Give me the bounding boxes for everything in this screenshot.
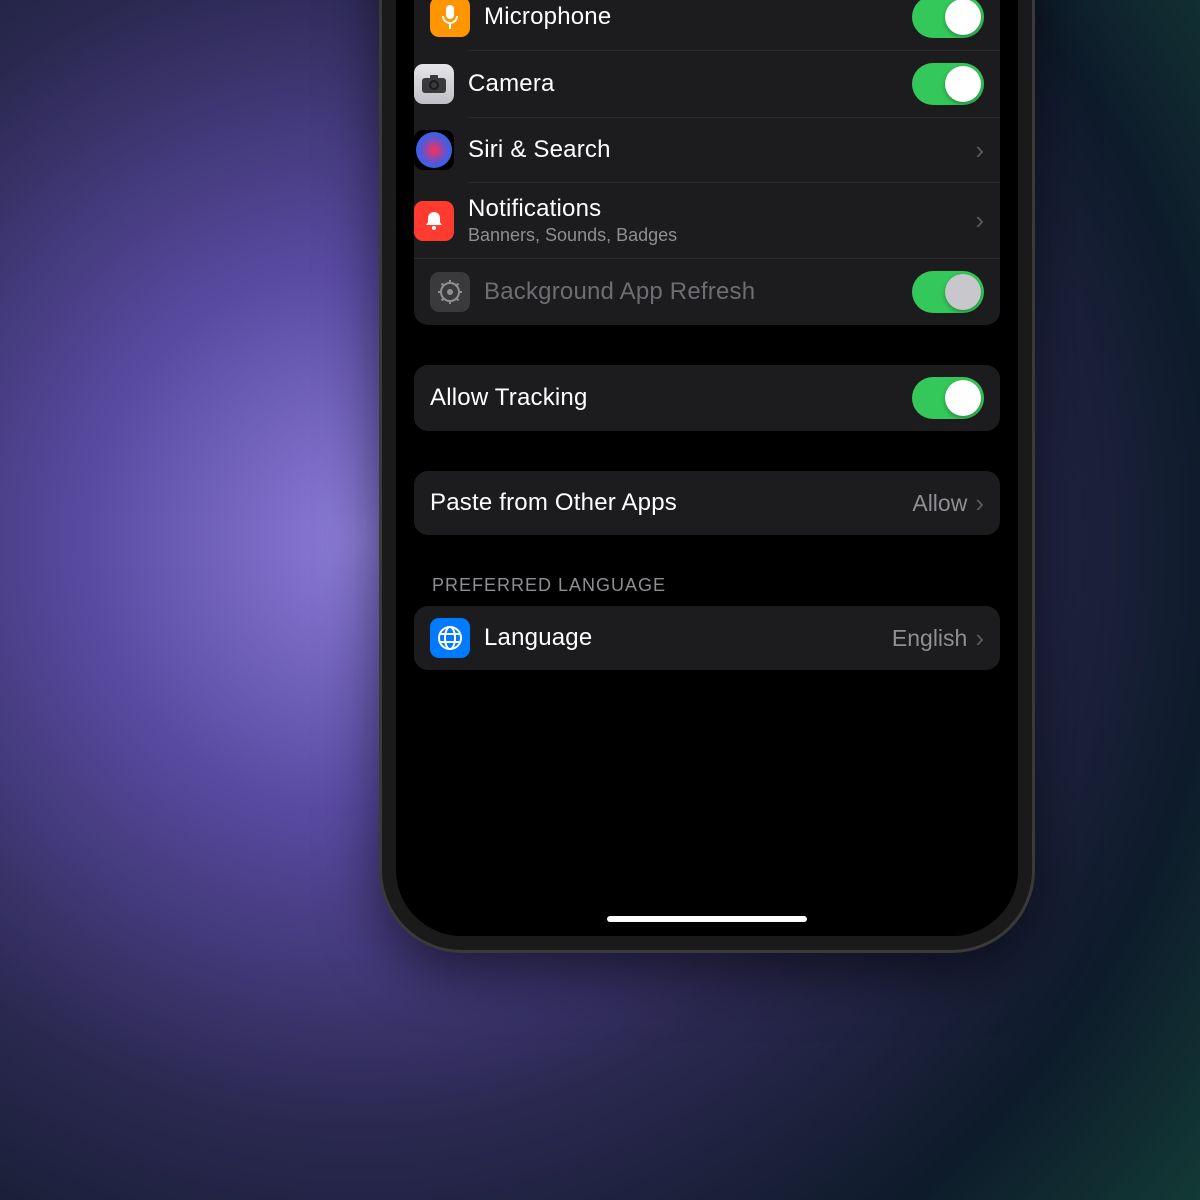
siri-row[interactable]: Siri & Search › [468,117,1000,182]
paste-value: Allow [912,490,967,517]
notifications-label: Notifications [468,195,975,223]
label-col: Paste from Other Apps [430,489,912,517]
microphone-toggle[interactable] [912,0,984,38]
paste-row[interactable]: Paste from Other Apps Allow › [414,471,1000,535]
bg-refresh-label: Background App Refresh [484,278,912,306]
camera-label: Camera [468,70,912,98]
camera-row[interactable]: Camera [468,50,1000,117]
label-col: Background App Refresh [484,278,912,306]
tracking-group: Allow Tracking [414,365,1000,431]
siri-icon [414,130,454,170]
label-col: Siri & Search [468,136,975,164]
tracking-toggle[interactable] [912,377,984,419]
notifications-sublabel: Banners, Sounds, Badges [468,225,975,246]
chevron-icon: › [975,205,984,236]
language-header: Preferred Language [432,575,982,596]
camera-toggle[interactable] [912,63,984,105]
phone-frame: Microphone Camera Siri & Search [382,0,1032,950]
chevron-icon: › [975,623,984,654]
permissions-group: Microphone Camera Siri & Search [414,0,1000,325]
label-col: Microphone [484,3,912,31]
chevron-icon: › [975,135,984,166]
globe-icon [430,618,470,658]
label-col: Camera [468,70,912,98]
gear-icon [430,272,470,312]
microphone-icon [430,0,470,37]
bg-refresh-toggle [912,271,984,313]
chevron-icon: › [975,488,984,519]
label-col: Allow Tracking [430,384,912,412]
camera-icon [414,64,454,104]
notifications-icon [414,201,454,241]
paste-label: Paste from Other Apps [430,489,912,517]
paste-group: Paste from Other Apps Allow › [414,471,1000,535]
language-label: Language [484,624,892,652]
label-col: Language [484,624,892,652]
language-group: Language English › [414,606,1000,670]
microphone-label: Microphone [484,3,912,31]
settings-screen: Microphone Camera Siri & Search [396,0,1018,936]
siri-label: Siri & Search [468,136,975,164]
notifications-row[interactable]: Notifications Banners, Sounds, Badges › [468,182,1000,258]
bg-refresh-row: Background App Refresh [414,258,1000,325]
label-col: Notifications Banners, Sounds, Badges [468,195,975,246]
tracking-label: Allow Tracking [430,384,912,412]
microphone-row[interactable]: Microphone [414,0,1000,50]
language-value: English [892,625,967,652]
home-indicator[interactable] [607,916,807,922]
language-row[interactable]: Language English › [414,606,1000,670]
tracking-row[interactable]: Allow Tracking [414,365,1000,431]
